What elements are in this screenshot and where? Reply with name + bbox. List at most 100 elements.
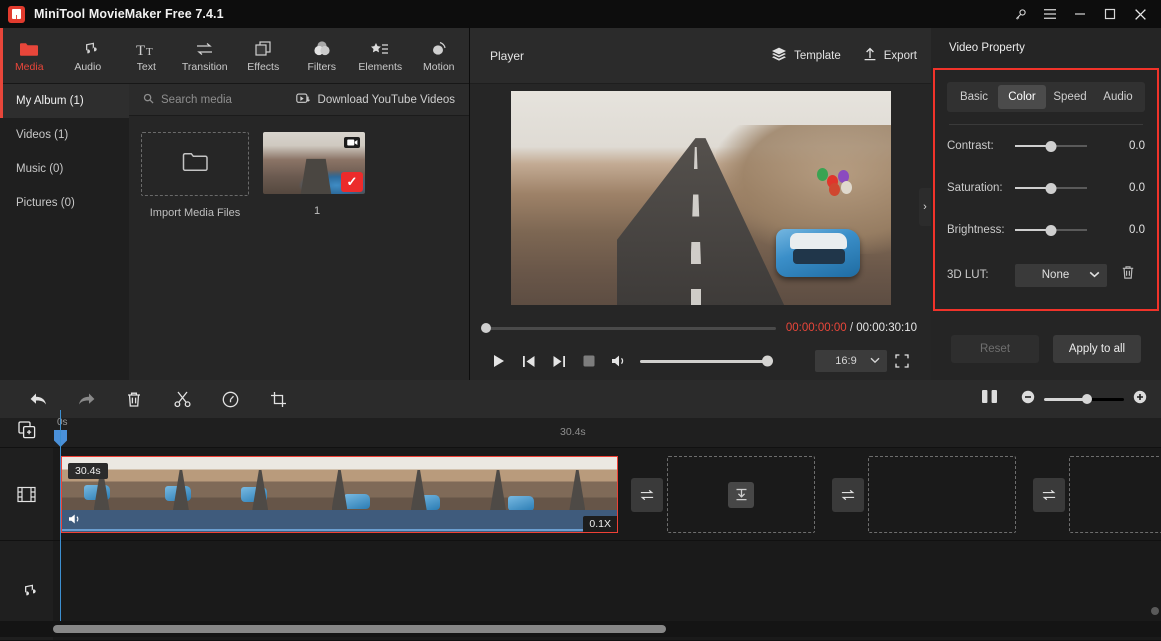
volume-handle[interactable] <box>762 355 773 367</box>
undo-button[interactable] <box>14 380 62 418</box>
current-time: 00:00:00:00 <box>785 322 847 334</box>
contrast-slider[interactable] <box>1015 139 1087 153</box>
clip-audio-bar[interactable]: 0.1X <box>62 510 617 532</box>
seek-handle[interactable] <box>481 323 491 333</box>
tab-filters[interactable]: Filters <box>293 28 352 84</box>
preview-car <box>776 229 861 278</box>
search-input[interactable]: Search media <box>143 93 232 107</box>
fullscreen-button[interactable] <box>887 346 917 376</box>
sidebar-item-my-album[interactable]: My Album (1) <box>0 84 129 118</box>
media-panel: Media Audio TT Text Transition Effects F… <box>0 27 470 380</box>
play-button[interactable] <box>484 346 514 376</box>
download-youtube-button[interactable]: Download YouTube Videos <box>295 93 455 107</box>
collapse-panel-button[interactable]: › <box>919 188 931 226</box>
split-button[interactable] <box>158 380 206 418</box>
sidebar-item-music[interactable]: Music (0) <box>0 152 129 186</box>
volume-button[interactable] <box>604 346 634 376</box>
crop-button[interactable] <box>254 380 302 418</box>
video-clip[interactable]: 30.4s 0.1X <box>61 456 618 533</box>
close-icon[interactable] <box>1125 0 1155 28</box>
vertical-scroll-indicator[interactable] <box>1151 607 1159 615</box>
tab-audio[interactable]: Audio <box>59 28 118 84</box>
reset-button[interactable]: Reset <box>951 335 1039 363</box>
apply-to-all-button[interactable]: Apply to all <box>1053 335 1141 363</box>
delete-button[interactable] <box>110 380 158 418</box>
split-view-icon[interactable] <box>981 389 998 409</box>
preview-balloons <box>813 167 853 196</box>
tab-media[interactable]: Media <box>0 27 59 84</box>
clip-frames <box>62 457 617 510</box>
lut-select[interactable]: None <box>1015 263 1107 287</box>
previous-frame-button[interactable] <box>514 346 544 376</box>
player-controls: 00:00:00:00 / 00:00:30:10 16:9 <box>470 312 931 380</box>
video-badge-icon <box>344 137 360 148</box>
saturation-slider[interactable] <box>1015 181 1087 195</box>
slider-handle[interactable] <box>1045 224 1057 236</box>
transition-add-button[interactable] <box>832 478 864 512</box>
clip-speed-badge: 0.1X <box>583 516 617 532</box>
transition-add-button[interactable] <box>631 478 663 512</box>
minimize-icon[interactable] <box>1065 0 1095 28</box>
clip-placeholder[interactable] <box>868 456 1016 533</box>
export-button[interactable]: Export <box>863 47 917 65</box>
transition-add-button[interactable] <box>1033 478 1065 512</box>
timeline-horizontal-scrollbar[interactable] <box>53 625 666 633</box>
slider-handle[interactable] <box>1045 182 1057 194</box>
seek-slider[interactable] <box>481 323 776 333</box>
tab-motion[interactable]: Motion <box>410 28 469 84</box>
brightness-slider[interactable] <box>1015 223 1087 237</box>
search-icon <box>143 93 154 107</box>
stop-button[interactable] <box>574 346 604 376</box>
tab-basic[interactable]: Basic <box>950 85 998 109</box>
slider-handle[interactable] <box>1045 140 1057 152</box>
tab-elements[interactable]: Elements <box>351 28 410 84</box>
add-clip-icon[interactable] <box>728 481 754 508</box>
sidebar-item-pictures[interactable]: Pictures (0) <box>0 186 129 220</box>
volume-slider[interactable] <box>640 355 773 367</box>
next-frame-button[interactable] <box>544 346 574 376</box>
zoom-out-button[interactable] <box>1021 390 1035 409</box>
menu-icon[interactable] <box>1035 0 1065 28</box>
timeline-ruler[interactable]: 30.4s 0s <box>0 417 1161 448</box>
album-label: Pictures (0) <box>16 197 75 209</box>
tab-transition[interactable]: Transition <box>176 28 235 84</box>
clip-placeholder[interactable] <box>1069 456 1161 533</box>
tab-text[interactable]: TT Text <box>117 28 176 84</box>
audio-waveform <box>62 529 617 531</box>
video-preview[interactable] <box>510 91 891 305</box>
import-media-box[interactable] <box>141 132 249 196</box>
clip-frame <box>537 457 617 510</box>
zoom-slider[interactable] <box>1044 394 1124 404</box>
maximize-icon[interactable] <box>1095 0 1125 28</box>
redo-button[interactable] <box>62 380 110 418</box>
import-media-cell[interactable]: Import Media Files <box>141 132 249 219</box>
tab-label: Elements <box>358 61 403 73</box>
delete-lut-button[interactable] <box>1121 265 1135 285</box>
clip-mute-icon[interactable] <box>68 512 82 530</box>
volume-track[interactable] <box>640 355 773 367</box>
key-icon[interactable] <box>1005 0 1035 28</box>
tab-audio[interactable]: Audio <box>1094 85 1142 109</box>
zoom-in-button[interactable] <box>1133 390 1147 409</box>
template-button[interactable]: Template <box>771 47 841 64</box>
speed-button[interactable] <box>206 380 254 418</box>
tab-label: Speed <box>1053 91 1087 103</box>
media-item[interactable]: ✓ 1 <box>263 132 371 219</box>
clip-placeholder[interactable] <box>667 456 815 533</box>
tab-color[interactable]: Color <box>998 85 1046 109</box>
tab-effects[interactable]: Effects <box>234 28 293 84</box>
media-thumbnail[interactable]: ✓ <box>263 132 365 194</box>
video-lane[interactable]: 30.4s 0.1X <box>53 448 1161 540</box>
sidebar-item-videos[interactable]: Videos (1) <box>0 118 129 152</box>
download-youtube-label: Download YouTube Videos <box>317 93 455 106</box>
aspect-ratio-select[interactable]: 16:9 <box>815 350 887 372</box>
add-media-track-head[interactable] <box>0 418 53 447</box>
tab-speed[interactable]: Speed <box>1046 85 1094 109</box>
tab-label: Audio <box>74 61 102 73</box>
timeline-toolbar <box>0 380 1161 418</box>
elements-star-list-icon <box>370 38 390 57</box>
zoom-handle[interactable] <box>1082 394 1093 404</box>
lut-value: None <box>1041 269 1070 281</box>
add-media-icon[interactable] <box>17 421 36 444</box>
tab-label: Basic <box>959 91 989 103</box>
